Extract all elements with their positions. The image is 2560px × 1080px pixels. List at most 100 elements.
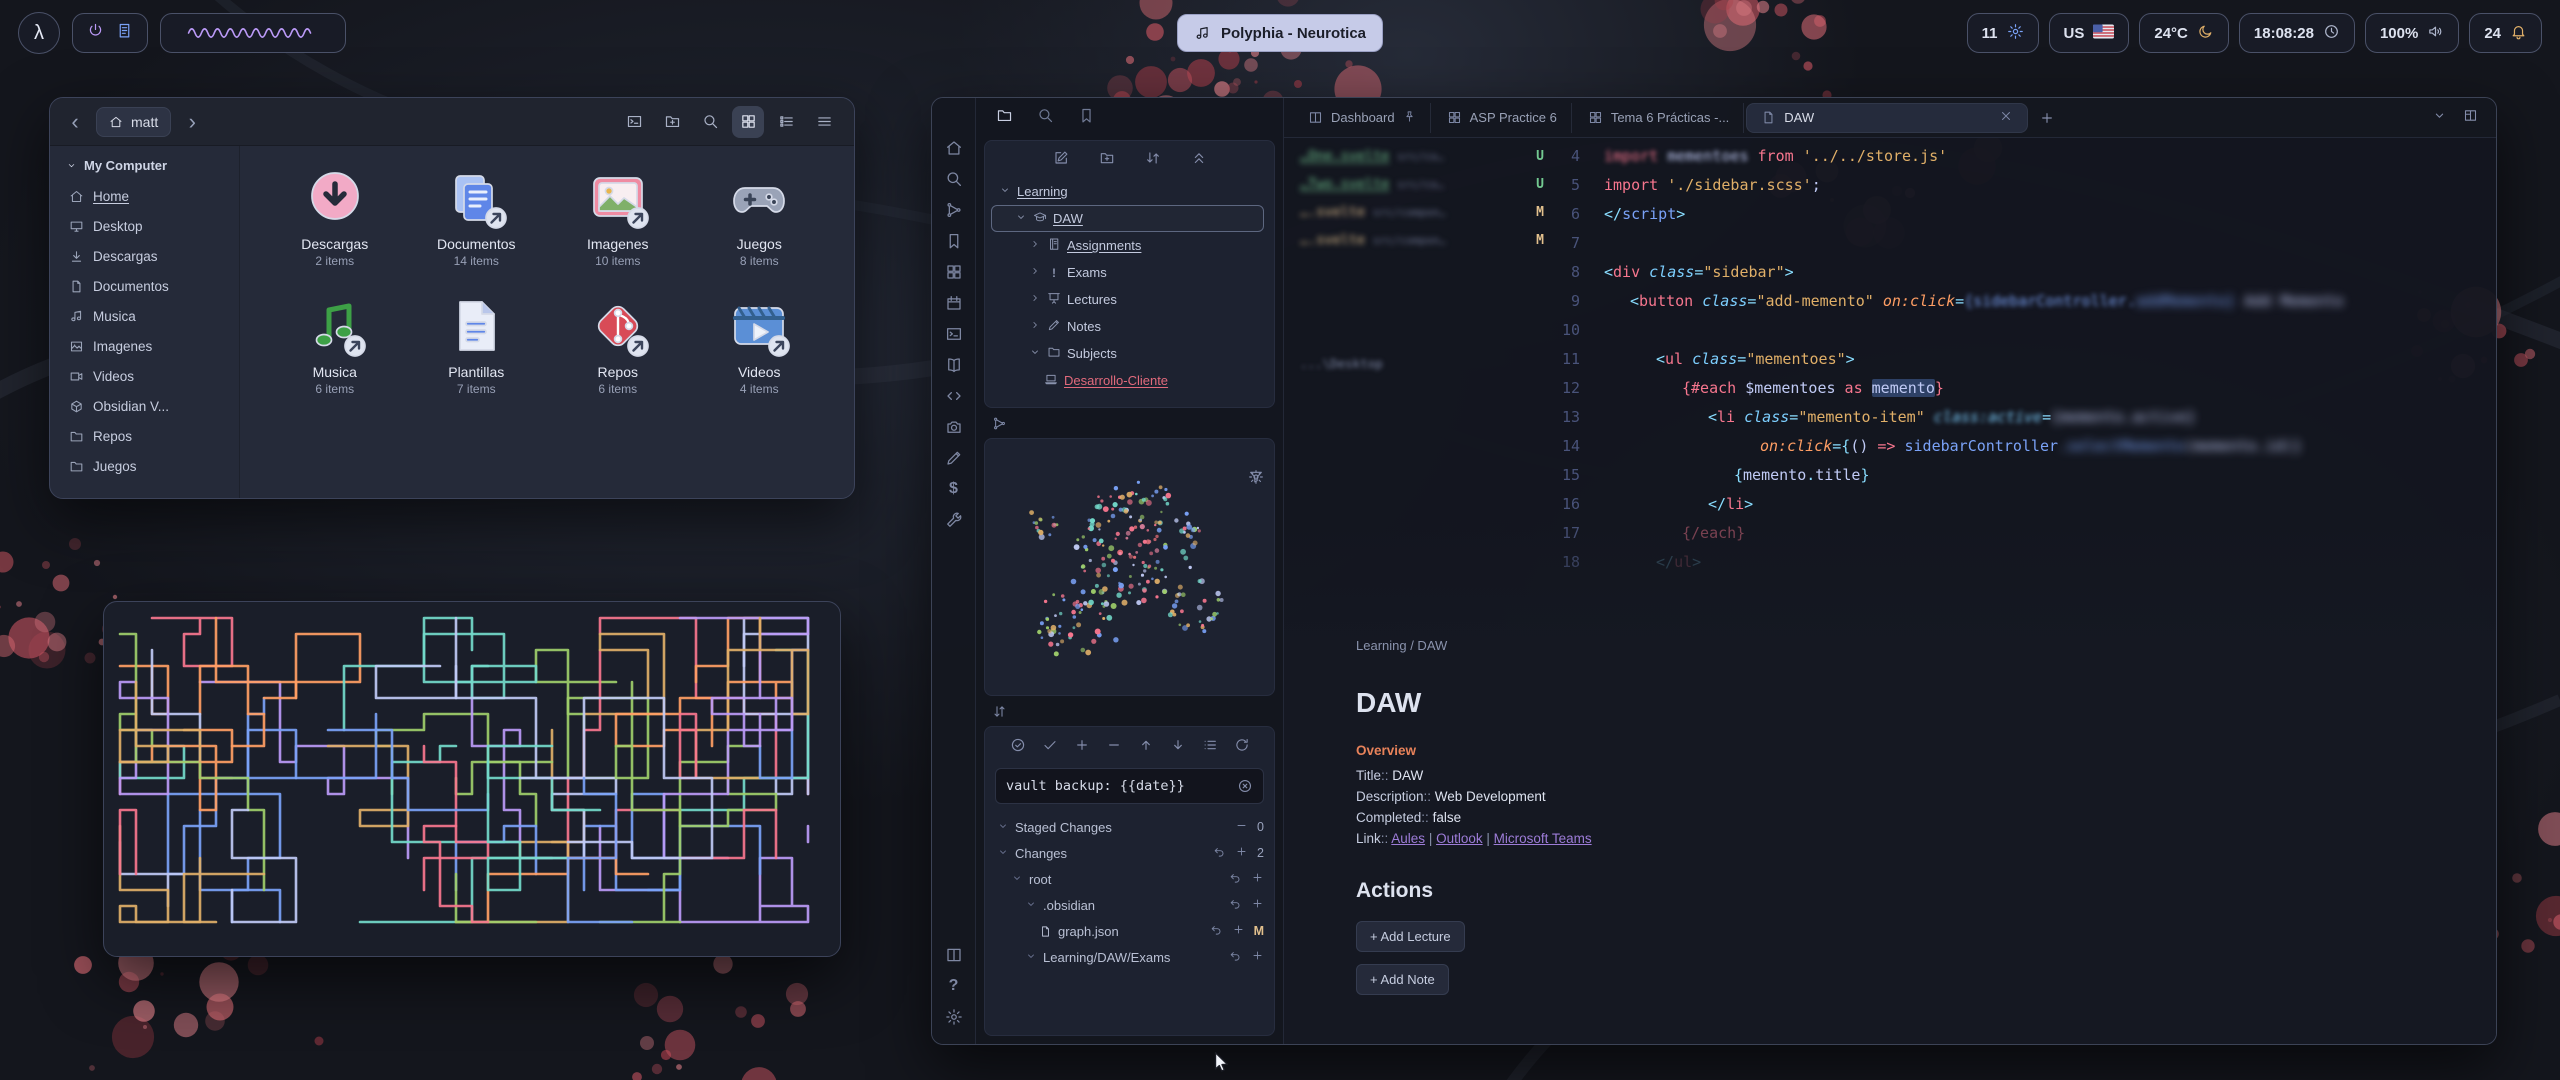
menu-button[interactable]: [808, 106, 840, 138]
view-grid-button[interactable]: [732, 106, 764, 138]
sidebar-item-videos[interactable]: Videos: [60, 361, 229, 391]
ribbon-terminal-button[interactable]: [932, 318, 976, 349]
git-plus-action[interactable]: [1251, 871, 1264, 887]
media-player-widget[interactable]: Polyphia - Neurotica: [1177, 14, 1383, 52]
folder-descargas[interactable]: Descargas2 items: [264, 166, 406, 268]
breadcrumb[interactable]: matt: [96, 107, 171, 137]
explorer-item-daw[interactable]: DAW: [991, 205, 1264, 232]
git-plus-action[interactable]: [1235, 845, 1248, 861]
sort-order-button[interactable]: [1145, 150, 1161, 171]
tab-list-button[interactable]: [2432, 108, 2447, 128]
tab-dashboard[interactable]: Dashboard: [1294, 103, 1431, 133]
ribbon-search-button[interactable]: [932, 163, 976, 194]
explorer-item-lectures[interactable]: Lectures: [991, 286, 1268, 313]
search-panel-tab[interactable]: [1037, 107, 1054, 129]
split-editor-button[interactable]: [2463, 108, 2478, 128]
git-undo-action[interactable]: [1229, 871, 1242, 887]
module-updates[interactable]: 11: [1967, 13, 2039, 53]
explorer-item-notes[interactable]: Notes: [991, 313, 1268, 340]
git-plus-action[interactable]: [1251, 897, 1264, 913]
explorer-item-assignments[interactable]: Assignments: [991, 232, 1268, 259]
files-panel-tab[interactable]: [996, 107, 1013, 129]
ribbon-grid-button[interactable]: [932, 256, 976, 287]
ribbon-camera-button[interactable]: [932, 411, 976, 442]
module-volume[interactable]: 100%: [2365, 13, 2459, 53]
explorer-item-learning[interactable]: Learning: [991, 178, 1268, 205]
git-plus-button[interactable]: [1074, 737, 1090, 758]
ribbon-calendar-button[interactable]: [932, 287, 976, 318]
folder-imagenes[interactable]: Imagenes10 items: [547, 166, 689, 268]
link-microsoft-teams[interactable]: Microsoft Teams: [1494, 831, 1592, 846]
sidebar-item-descargas[interactable]: Descargas: [60, 241, 229, 271]
sidebar-section-header[interactable]: My Computer: [66, 158, 223, 173]
action-add-note-button[interactable]: + Add Note: [1356, 964, 1449, 995]
git-panel-tab[interactable]: [976, 698, 1283, 724]
git-undo-action[interactable]: [1210, 923, 1223, 939]
ribbon-tools-button[interactable]: [932, 504, 976, 535]
sidebar-item-home[interactable]: Home: [60, 181, 229, 211]
sidebar-item-repos[interactable]: Repos: [60, 421, 229, 451]
link-aules[interactable]: Aules: [1391, 831, 1425, 846]
close-tab-button[interactable]: [1999, 109, 2013, 126]
module-keyboard-layout[interactable]: US: [2049, 13, 2130, 53]
git-row-root[interactable]: root: [995, 866, 1264, 892]
clear-input-icon[interactable]: [1237, 778, 1253, 794]
git-row-staged-changes[interactable]: Staged Changes0: [995, 814, 1264, 840]
git-plus-action[interactable]: [1251, 949, 1264, 965]
bookmarks-panel-tab[interactable]: [1078, 107, 1095, 129]
ribbon-layout-button[interactable]: [932, 939, 976, 970]
folder-videos[interactable]: Videos4 items: [689, 294, 831, 396]
ribbon-dollar-button[interactable]: $: [932, 473, 976, 504]
git-refresh-button[interactable]: [1234, 737, 1250, 758]
folder-juegos[interactable]: Juegos8 items: [689, 166, 831, 268]
git-listicon-button[interactable]: [1202, 737, 1218, 758]
new-folder-button[interactable]: [656, 106, 688, 138]
tab-tema-6-pr-cticas[interactable]: Tema 6 Prácticas -...: [1574, 103, 1744, 133]
quick-settings-pill[interactable]: [72, 13, 148, 53]
git-minus-action[interactable]: [1235, 819, 1248, 835]
commit-message-input[interactable]: vault backup: {{date}}: [995, 768, 1264, 804]
search-button[interactable]: [694, 106, 726, 138]
explorer-item-exams[interactable]: !Exams: [991, 259, 1268, 286]
git-circlecheck-button[interactable]: [1010, 737, 1026, 758]
ribbon-home-button[interactable]: [932, 132, 976, 163]
new-note-button[interactable]: [1053, 150, 1069, 171]
ribbon-fork-button[interactable]: [932, 194, 976, 225]
git-undo-action[interactable]: [1213, 845, 1226, 861]
graph-filters-button[interactable]: [1248, 484, 1264, 505]
git-download-button[interactable]: [1170, 737, 1186, 758]
git-row-obsidian[interactable]: .obsidian: [995, 892, 1264, 918]
git-row-changes[interactable]: Changes2: [995, 840, 1264, 866]
git-minus-button[interactable]: [1106, 737, 1122, 758]
git-row-graph-json[interactable]: graph.jsonM: [995, 918, 1264, 944]
tab-asp-practice-6[interactable]: ASP Practice 6: [1433, 103, 1572, 133]
tab-daw[interactable]: DAW: [1746, 103, 2028, 133]
explorer-item-desarrollo-cliente[interactable]: Desarrollo-Cliente: [991, 367, 1268, 394]
open-terminal-button[interactable]: [618, 106, 650, 138]
git-undo-action[interactable]: [1229, 897, 1242, 913]
folder-musica[interactable]: Musica6 items: [264, 294, 406, 396]
ribbon-gear-button[interactable]: [932, 1001, 976, 1032]
ribbon-pencil-button[interactable]: [932, 442, 976, 473]
forward-button[interactable]: ›: [181, 111, 203, 133]
folder-repos[interactable]: Repos6 items: [547, 294, 689, 396]
back-button[interactable]: ‹: [64, 111, 86, 133]
folder-plantillas[interactable]: Plantillas7 items: [406, 294, 548, 396]
ribbon-book-button[interactable]: [932, 349, 976, 380]
module-notifications[interactable]: 24: [2469, 13, 2542, 53]
collapse-all-button[interactable]: [1191, 150, 1207, 171]
sidebar-item-juegos[interactable]: Juegos: [60, 451, 229, 481]
sidebar-item-musica[interactable]: Musica: [60, 301, 229, 331]
explorer-item-subjects[interactable]: Subjects: [991, 340, 1268, 367]
module-weather[interactable]: 24°C: [2139, 13, 2229, 53]
git-undo-action[interactable]: [1229, 949, 1242, 965]
folder-documentos[interactable]: Documentos14 items: [406, 166, 548, 268]
view-list-button[interactable]: [770, 106, 802, 138]
git-check-button[interactable]: [1042, 737, 1058, 758]
git-plus-action[interactable]: [1232, 923, 1245, 939]
sidebar-item-documentos[interactable]: Documentos: [60, 271, 229, 301]
git-upload-button[interactable]: [1138, 737, 1154, 758]
action-add-lecture-button[interactable]: + Add Lecture: [1356, 921, 1465, 952]
graph-view-panel[interactable]: [984, 438, 1275, 696]
editor-pane[interactable]: …One.sveltesrc/co…U…Two.sveltesrc/co…U….…: [1284, 138, 2496, 1044]
